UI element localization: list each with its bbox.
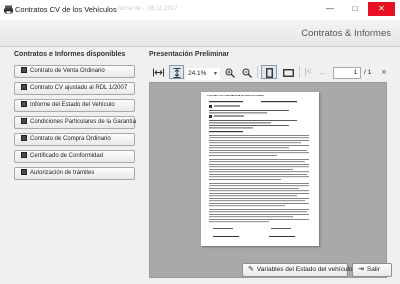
landscape-page-icon: [282, 68, 294, 77]
zoom-in-icon: [225, 68, 235, 78]
fit-height-icon: [173, 67, 180, 78]
document-icon: [21, 152, 27, 158]
preview-section-label: Presentación Preliminar: [149, 51, 230, 58]
zoom-in-button[interactable]: [223, 65, 237, 79]
certificado-conformidad-button[interactable]: Certificado de Conformidad: [14, 150, 135, 163]
fit-height-button[interactable]: [169, 65, 184, 79]
preview-pane[interactable]: CONTRATO DE COMPRAVENTA DE VEHÍCULO USAD…: [149, 82, 387, 278]
contrato-venta-button[interactable]: Contrato de Venta Ordinario: [14, 65, 135, 78]
document-icon: [21, 67, 27, 73]
zoom-out-icon: [242, 68, 252, 78]
title-bar: Contratos CV de los Vehículos fecha de .…: [0, 0, 400, 20]
document-icon: [21, 101, 27, 107]
autorizacion-tramites-button[interactable]: Autorización de trámites: [14, 167, 135, 180]
zoom-value: 24.1%: [188, 70, 207, 77]
condiciones-garantia-button[interactable]: Condiciones Particulares de la Garantía: [14, 116, 136, 129]
document-icon: [21, 135, 27, 141]
informe-estado-button[interactable]: Informe del Estado del Vehículo: [14, 99, 135, 112]
toolbar-divider: [257, 66, 258, 78]
page-number-input[interactable]: 1: [333, 67, 361, 79]
minimize-button[interactable]: —: [318, 2, 342, 16]
header-band: Contratos & Informes: [0, 20, 400, 47]
maximize-button[interactable]: □: [343, 2, 367, 16]
exit-button[interactable]: ⇥ Salir: [352, 263, 392, 277]
page-total: / 1: [364, 69, 372, 76]
document-page-content: [209, 101, 309, 237]
contrato-compra-button[interactable]: Contrato de Compra Ordinario: [14, 133, 135, 146]
close-button[interactable]: ✕: [368, 2, 395, 16]
vehicle-state-variables-button[interactable]: ✎ Variables del Estado del vehículo: [242, 263, 353, 277]
single-page-icon: [265, 67, 273, 78]
previous-page-button[interactable]: ←: [317, 65, 329, 79]
document-page: CONTRATO DE COMPRAVENTA DE VEHÍCULO USAD…: [201, 92, 319, 246]
exit-icon: ⇥: [358, 266, 364, 273]
document-icon: [21, 84, 27, 90]
document-icon: [21, 118, 27, 124]
pencil-icon: ✎: [248, 266, 254, 273]
toolbar-divider: [299, 66, 300, 78]
last-page-button[interactable]: »: [378, 65, 390, 79]
background-ghost-text: fecha de ...: [118, 6, 148, 12]
contrato-cv-rdl-button[interactable]: Contrato CV ajustado al RDL 1/2007: [14, 82, 135, 95]
fit-width-button[interactable]: [150, 65, 166, 79]
chevron-down-icon[interactable]: ▼: [213, 68, 218, 80]
window-title: Contratos CV de los Vehículos: [15, 5, 117, 14]
fit-width-icon: [152, 68, 164, 77]
zoom-out-button[interactable]: [240, 65, 254, 79]
background-ghost-date: 06.11.2017: [148, 6, 178, 12]
first-page-button[interactable]: |<: [302, 65, 314, 79]
landscape-page-button[interactable]: [280, 65, 296, 79]
app-icon: [4, 5, 13, 14]
reports-section-label: Contratos e Informes disponibles: [14, 51, 126, 58]
single-page-button[interactable]: [261, 65, 277, 79]
header-title: Contratos & Informes: [301, 28, 391, 39]
document-icon: [21, 169, 27, 175]
